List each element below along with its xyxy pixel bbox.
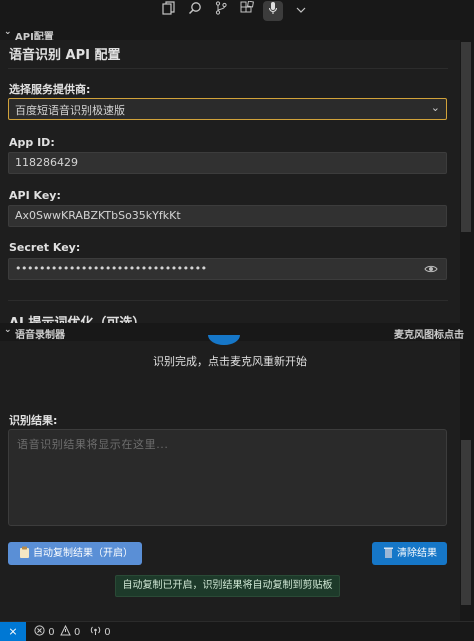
warning-count: 0: [73, 627, 81, 638]
eye-icon[interactable]: [424, 262, 438, 276]
secret-key-label: Secret Key:: [9, 241, 81, 254]
section-hint: 麦克风图标点击: [394, 330, 464, 341]
divider: [8, 68, 448, 69]
auto-copy-toggle-button[interactable]: 自动复制结果（开启）: [8, 542, 142, 565]
clipboard-icon: [20, 546, 29, 558]
chevron-down-icon: ⌄: [4, 325, 12, 335]
api-config-panel: 语音识别 API 配置 选择服务提供商: 百度短语音识别极速版 ⌄ App ID…: [0, 40, 460, 323]
auto-copy-notice: 自动复制已开启，识别结果将自动复制到剪贴板: [115, 575, 340, 597]
error-count: 0: [48, 627, 55, 638]
partial-heading: AI 提示词优化（可选）: [9, 314, 145, 323]
chevron-down-icon[interactable]: [291, 1, 311, 21]
app-id-input[interactable]: 118286429: [8, 152, 447, 174]
trash-icon: [384, 547, 393, 558]
search-icon[interactable]: [185, 1, 205, 21]
broadcast-icon: [90, 626, 101, 635]
api-key-value: Ax0SwwKRABZKTbSo35kYfkKt: [15, 209, 181, 222]
clear-result-button[interactable]: 清除结果: [372, 542, 447, 565]
result-placeholder: 语音识别结果将显示在这里...: [17, 438, 169, 451]
copy-icon[interactable]: [158, 1, 178, 21]
api-key-label: API Key:: [9, 189, 61, 202]
provider-select-value: 百度短语音识别极速版: [15, 104, 125, 117]
secret-key-value: ••••••••••••••••••••••••••••••••: [15, 262, 207, 275]
divider: [8, 300, 448, 301]
status-bar: ⨯ 0 0 0: [0, 621, 474, 641]
provider-select[interactable]: 百度短语音识别极速版 ⌄: [8, 98, 447, 120]
api-key-input[interactable]: Ax0SwwKRABZKTbSo35kYfkKt: [8, 205, 447, 227]
source-control-icon[interactable]: [211, 1, 231, 21]
extensions-icon[interactable]: [237, 0, 257, 21]
problems-indicator[interactable]: 0 0: [34, 624, 81, 639]
ports-count: 0: [104, 627, 111, 638]
panel-heading: 语音识别 API 配置: [9, 48, 121, 63]
clear-label: 清除结果: [397, 548, 437, 559]
top-toolbar: [0, 0, 474, 22]
auto-copy-label: 自动复制结果（开启）: [33, 548, 133, 559]
scrollbar-thumb[interactable]: [461, 440, 471, 605]
remote-icon[interactable]: ⨯: [0, 622, 26, 641]
error-icon: [34, 625, 45, 636]
microphone-button-edge[interactable]: [207, 335, 241, 345]
result-label: 识别结果:: [9, 414, 58, 427]
recognition-status: 识别完成，点击麦克风重新开始: [153, 355, 307, 368]
ports-indicator[interactable]: 0: [90, 625, 111, 639]
result-textarea[interactable]: 语音识别结果将显示在这里...: [8, 429, 447, 526]
app-id-value: 118286429: [15, 156, 78, 169]
microphone-icon[interactable]: [263, 1, 283, 21]
scrollbar-thumb[interactable]: [461, 42, 471, 232]
app-id-label: App ID:: [9, 136, 55, 149]
section-title: 语音录制器: [15, 330, 65, 341]
chevron-down-icon: ⌄: [430, 101, 440, 114]
chevron-down-icon: ⌄: [4, 27, 12, 37]
secret-key-input[interactable]: ••••••••••••••••••••••••••••••••: [8, 258, 447, 280]
warning-icon: [59, 624, 71, 636]
provider-label: 选择服务提供商:: [9, 83, 91, 96]
